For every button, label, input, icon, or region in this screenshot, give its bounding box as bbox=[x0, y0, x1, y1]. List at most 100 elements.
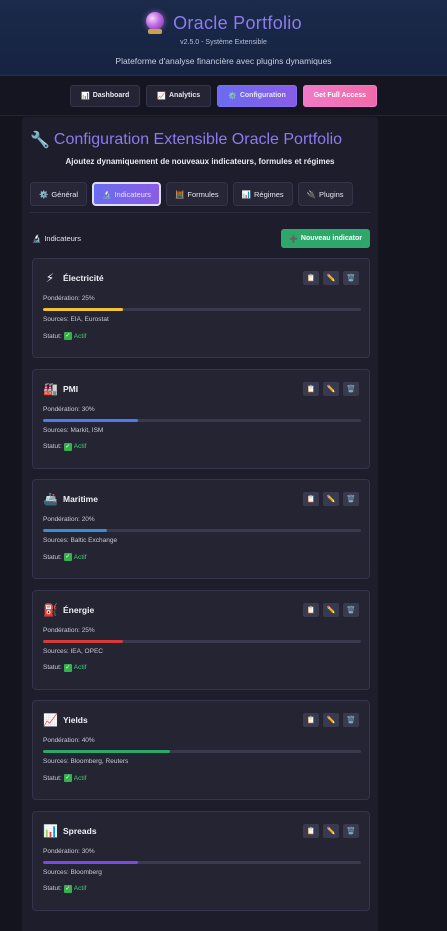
app-header: Oracle Portfolio v2.5.0 - Système Extens… bbox=[0, 0, 447, 76]
app-version: v2.5.0 - Système Extensible bbox=[180, 39, 267, 46]
new-indicator-button[interactable]: ➕ Nouveau indicator bbox=[281, 229, 370, 248]
config-title-text: Configuration Extensible Oracle Portfoli… bbox=[53, 131, 343, 148]
sources-value: Bloomberg, Reuters bbox=[70, 758, 129, 765]
edit-button[interactable]: ✏️ bbox=[323, 271, 339, 285]
tab-indicateurs[interactable]: 🔬 Indicateurs bbox=[92, 182, 162, 206]
dashboard-icon: 📊 bbox=[81, 92, 90, 100]
ship-icon: 🚢 bbox=[43, 492, 58, 506]
status-value: Actif bbox=[73, 664, 87, 671]
indicator-name: Yields bbox=[63, 715, 88, 725]
plus-icon: ➕ bbox=[289, 235, 298, 243]
edit-button[interactable]: ✏️ bbox=[323, 602, 339, 617]
factory-icon: 🏭 bbox=[43, 381, 58, 396]
indicator-name-row: 🚢 Maritime bbox=[43, 493, 98, 505]
nav-analytics-button[interactable]: 📈 Analytics bbox=[146, 84, 212, 107]
weight-bar-fill bbox=[43, 639, 123, 643]
nav-dashboard-label: Dashboard bbox=[92, 92, 130, 99]
weight-value: 25% bbox=[81, 295, 95, 302]
indicator-card-header: 🏭 PMI 📋 ✏️ 🗑️ bbox=[43, 381, 359, 396]
weight-label: Pondération: bbox=[43, 737, 80, 744]
copy-button[interactable]: 📋 bbox=[303, 381, 319, 396]
tab-plugins[interactable]: 🔌 Plugins bbox=[297, 182, 353, 206]
tab-regimes[interactable]: 📊 Régimes bbox=[232, 182, 293, 206]
sources-value: EIA, Eurostat bbox=[70, 316, 109, 323]
abacus-icon: 🧮 bbox=[175, 189, 185, 199]
indicator-card: 📊 Spreads 📋 ✏️ 🗑️ Pondération: 30% Sources… bbox=[32, 810, 370, 911]
indicator-name: Électricité bbox=[63, 273, 104, 283]
nav-configuration-button[interactable]: ⚙️ Configuration bbox=[217, 84, 297, 107]
copy-button[interactable]: 📋 bbox=[303, 713, 319, 727]
config-title: 🔧 Configuration Extensible Oracle Portfo… bbox=[30, 130, 378, 150]
tab-label: Régimes bbox=[254, 189, 284, 199]
delete-button[interactable]: 🗑️ bbox=[343, 823, 359, 838]
copy-icon: 📋 bbox=[306, 385, 316, 393]
check-icon: ✓ bbox=[63, 332, 72, 340]
sources-value: Baltic Exchange bbox=[70, 537, 118, 544]
tab-label: Formules bbox=[187, 189, 219, 199]
copy-button[interactable]: 📋 bbox=[303, 271, 319, 285]
indicator-card-header: ⚡ Électricité 📋 ✏️ 🗑️ bbox=[43, 271, 359, 285]
delete-icon: 🗑️ bbox=[346, 385, 356, 393]
edit-icon: ✏️ bbox=[326, 275, 336, 282]
indicator-card: 🏭 PMI 📋 ✏️ 🗑️ Pondération: 30% Sources: Ma… bbox=[32, 368, 370, 469]
indicator-actions: 📋 ✏️ 🗑️ bbox=[303, 381, 359, 396]
tab-formules[interactable]: 🧮 Formules bbox=[166, 182, 228, 206]
app-tagline: Plateforme d'analyse financière avec plu… bbox=[115, 56, 332, 66]
microscope-icon: 🔬 bbox=[32, 234, 42, 243]
delete-button[interactable]: 🗑️ bbox=[343, 381, 359, 396]
indicator-card: 📈 Yields 📋 ✏️ 🗑️ Pondération: 40% Sources:… bbox=[32, 700, 370, 800]
indicator-weight: Pondération: 25% bbox=[43, 295, 95, 302]
weight-bar bbox=[43, 750, 361, 753]
brand: Oracle Portfolio bbox=[0, 12, 447, 34]
microscope-icon: 🔬 bbox=[102, 189, 112, 199]
lightning-icon: ⚡ bbox=[45, 271, 55, 285]
weight-label: Pondération: bbox=[43, 405, 80, 413]
weight-label: Pondération: bbox=[43, 295, 80, 302]
copy-icon: 📋 bbox=[306, 496, 316, 503]
check-icon: ✓ bbox=[63, 884, 72, 893]
edit-button[interactable]: ✏️ bbox=[323, 381, 339, 396]
nav-dashboard-button[interactable]: 📊 Dashboard bbox=[70, 84, 141, 107]
indicator-name-row: 🏭 PMI bbox=[43, 383, 78, 395]
indicator-status: Statut: ✓ Actif bbox=[43, 332, 86, 340]
weight-bar bbox=[43, 639, 361, 643]
indicators-section-label: Indicateurs bbox=[44, 234, 82, 243]
delete-button[interactable]: 🗑️ bbox=[343, 713, 359, 727]
status-value: Actif bbox=[73, 332, 87, 340]
edit-button[interactable]: ✏️ bbox=[323, 492, 339, 506]
weight-value: 40% bbox=[81, 737, 95, 744]
get-full-access-button[interactable]: Get Full Access bbox=[302, 84, 377, 107]
copy-button[interactable]: 📋 bbox=[303, 602, 319, 617]
indicator-actions: 📋 ✏️ 🗑️ bbox=[303, 823, 359, 838]
gear-icon: ⚙️ bbox=[228, 92, 237, 100]
delete-button[interactable]: 🗑️ bbox=[343, 492, 359, 506]
edit-button[interactable]: ✏️ bbox=[323, 823, 339, 838]
indicator-card: ⚡ Électricité 📋 ✏️ 🗑️ Pondération: 25% Sou… bbox=[32, 258, 370, 358]
bar-chart-icon: 📊 bbox=[43, 823, 58, 838]
indicator-card-header: 🚢 Maritime 📋 ✏️ 🗑️ bbox=[43, 492, 359, 506]
sources-label: Sources: bbox=[43, 758, 69, 765]
indicator-status: Statut: ✓ Actif bbox=[43, 442, 86, 451]
edit-icon: ✏️ bbox=[326, 496, 336, 503]
top-nav: 📊 Dashboard 📈 Analytics ⚙️ Configuration… bbox=[0, 76, 447, 116]
status-value: Actif bbox=[73, 774, 87, 782]
edit-button[interactable]: ✏️ bbox=[323, 713, 339, 727]
indicator-name-row: 📈 Yields bbox=[43, 714, 88, 726]
indicator-name-row: ⚡ Électricité bbox=[43, 272, 104, 284]
indicator-card-header: 📈 Yields 📋 ✏️ 🗑️ bbox=[43, 713, 359, 727]
copy-button[interactable]: 📋 bbox=[303, 492, 319, 506]
weight-bar-fill bbox=[43, 418, 139, 422]
copy-icon: 📋 bbox=[306, 717, 316, 724]
nav-configuration-label: Configuration bbox=[239, 92, 286, 99]
indicator-status: Statut: ✓ Actif bbox=[43, 774, 86, 782]
weight-value: 30% bbox=[81, 405, 95, 413]
sources-label: Sources: bbox=[43, 868, 69, 876]
delete-icon: 🗑️ bbox=[346, 606, 356, 614]
copy-button[interactable]: 📋 bbox=[303, 823, 319, 838]
delete-button[interactable]: 🗑️ bbox=[343, 271, 359, 285]
indicator-status: Statut: ✓ Actif bbox=[43, 663, 87, 672]
copy-icon: 📋 bbox=[306, 275, 316, 282]
delete-button[interactable]: 🗑️ bbox=[343, 602, 359, 617]
tab-general[interactable]: ⚙️ Général bbox=[30, 182, 88, 206]
chart-increasing-icon: 📈 bbox=[43, 713, 58, 727]
